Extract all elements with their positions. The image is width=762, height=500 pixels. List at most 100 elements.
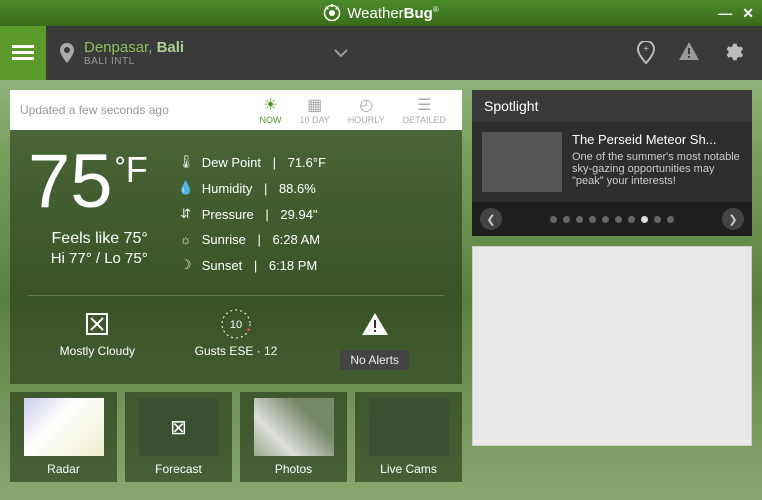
menu-button[interactable]	[0, 26, 46, 80]
pressure-icon: ⇵	[178, 206, 194, 222]
sun-icon: ☀	[263, 96, 277, 114]
tab-hourly[interactable]: ◴ HOURLY	[342, 96, 391, 125]
location-region: Bali	[157, 39, 185, 56]
sunrise-value: 6:28 AM	[272, 232, 320, 247]
title-bar: WeatherBug® — ✕	[0, 0, 762, 26]
radar-thumbnail	[24, 398, 104, 456]
add-location-icon[interactable]: +	[636, 41, 656, 65]
current-conditions-panel: 75 ° F Feels like 75° Hi 77° / Lo 75° 🌡 D…	[10, 130, 462, 384]
livecams-thumbnail	[369, 398, 449, 456]
radar-label: Radar	[47, 462, 80, 476]
spotlight-panel: Spotlight The Perseid Meteor Sh... One o…	[472, 90, 752, 236]
degree-symbol: °	[115, 154, 126, 179]
nav-icons: +	[636, 41, 762, 65]
settings-icon[interactable]	[722, 41, 744, 65]
calendar-icon: ▦	[307, 96, 322, 114]
brand-reg: ®	[433, 5, 439, 14]
tab-10day[interactable]: ▦ 10 DAY	[293, 96, 335, 125]
spotlight-dot[interactable]	[576, 216, 583, 223]
condition-cell: Mostly Cloudy	[28, 304, 167, 374]
location-selector[interactable]: Denpasar, Bali BALI INTL	[46, 39, 362, 67]
brand-text-b: Bug	[404, 5, 433, 22]
photos-label: Photos	[275, 462, 312, 476]
thermometer-icon: 🌡	[178, 154, 194, 170]
spotlight-description: One of the summer's most notable sky-gaz…	[572, 151, 742, 187]
brand-text-a: Weather	[347, 5, 403, 22]
spotlight-dot[interactable]	[563, 216, 570, 223]
spotlight-dot[interactable]	[589, 216, 596, 223]
tab-detailed-label: DETAILED	[403, 115, 446, 125]
spotlight-dot[interactable]	[628, 216, 635, 223]
spotlight-dot[interactable]	[602, 216, 609, 223]
tab-now[interactable]: ☀ NOW	[253, 96, 287, 125]
window-controls: — ✕	[718, 5, 754, 22]
spotlight-heading: Spotlight	[472, 90, 752, 122]
location-city: Denpasar,	[84, 39, 152, 56]
humidity-value: 88.6%	[279, 181, 316, 196]
forecast-label: Forecast	[155, 462, 202, 476]
hi-lo: Hi 77° / Lo 75°	[28, 250, 148, 267]
radar-card[interactable]: Radar	[10, 392, 117, 482]
photos-thumbnail	[254, 398, 334, 456]
humidity-label: Humidity	[202, 181, 253, 196]
minimize-button[interactable]: —	[718, 5, 732, 22]
wind-text: Gusts ESE · 12	[195, 344, 278, 358]
sunrise-label: Sunrise	[202, 232, 246, 247]
app-brand: WeatherBug®	[323, 4, 439, 22]
alerts-cell[interactable]: No Alerts	[305, 304, 444, 374]
view-tabs: Updated a few seconds ago ☀ NOW ▦ 10 DAY…	[10, 90, 462, 130]
svg-text:+: +	[643, 44, 649, 55]
sunset-icon: ☽	[178, 257, 194, 273]
location-station: BALI INTL	[84, 56, 184, 67]
close-button[interactable]: ✕	[742, 5, 754, 22]
list-icon: ☰	[417, 96, 431, 114]
spotlight-next-button[interactable]: ❯	[722, 208, 744, 230]
pressure-label: Pressure	[202, 207, 254, 222]
location-pin-icon	[60, 43, 74, 63]
tab-detailed[interactable]: ☰ DETAILED	[397, 96, 452, 125]
livecams-label: Live Cams	[380, 462, 437, 476]
tab-10day-label: 10 DAY	[299, 115, 329, 125]
forecast-thumbnail: ⊠	[139, 398, 219, 456]
sunrise-icon: ☼	[178, 232, 194, 247]
warning-icon	[361, 308, 389, 340]
pressure-value: 29.94"	[280, 207, 317, 222]
spotlight-title: The Perseid Meteor Sh...	[572, 132, 742, 147]
spotlight-dot[interactable]	[550, 216, 557, 223]
temperature-unit: F	[126, 154, 148, 186]
condition-text: Mostly Cloudy	[60, 344, 135, 358]
wind-cell: 10 Gusts ESE · 12	[167, 304, 306, 374]
wind-compass-icon: 10	[218, 308, 254, 340]
temperature-block: 75 ° F Feels like 75° Hi 77° / Lo 75°	[28, 148, 148, 283]
hamburger-icon	[12, 45, 34, 61]
dew-label: Dew Point	[202, 155, 261, 170]
alerts-icon[interactable]	[678, 41, 700, 65]
spotlight-nav: ❮ ❯	[472, 202, 752, 236]
details-list: 🌡Dew Point | 71.6°F 💧Humidity | 88.6% ⇵P…	[178, 148, 444, 283]
livecams-card[interactable]: Live Cams	[355, 392, 462, 482]
spotlight-dot[interactable]	[641, 216, 648, 223]
location-caret-icon[interactable]	[334, 49, 348, 57]
logo-icon	[323, 4, 341, 22]
svg-text:10: 10	[230, 319, 242, 331]
forecast-card[interactable]: ⊠ Forecast	[125, 392, 232, 482]
no-alerts-button[interactable]: No Alerts	[340, 350, 409, 370]
spotlight-prev-button[interactable]: ❮	[480, 208, 502, 230]
droplet-icon: 💧	[178, 180, 194, 196]
temperature-value: 75	[28, 148, 113, 216]
dew-value: 71.6°F	[288, 155, 326, 170]
spotlight-dots[interactable]	[550, 216, 674, 223]
nav-bar: Denpasar, Bali BALI INTL +	[0, 26, 762, 80]
tab-now-label: NOW	[259, 115, 281, 125]
photos-card[interactable]: Photos	[240, 392, 347, 482]
ad-placeholder	[472, 246, 752, 446]
spotlight-body[interactable]: The Perseid Meteor Sh... One of the summ…	[472, 122, 752, 202]
updated-text: Updated a few seconds ago	[20, 103, 247, 117]
spotlight-dot[interactable]	[615, 216, 622, 223]
spotlight-dot[interactable]	[654, 216, 661, 223]
spotlight-dot[interactable]	[667, 216, 674, 223]
tab-hourly-label: HOURLY	[348, 115, 385, 125]
cloudy-icon	[83, 308, 111, 340]
feels-like: Feels like 75°	[28, 230, 148, 248]
spotlight-image	[482, 132, 562, 192]
